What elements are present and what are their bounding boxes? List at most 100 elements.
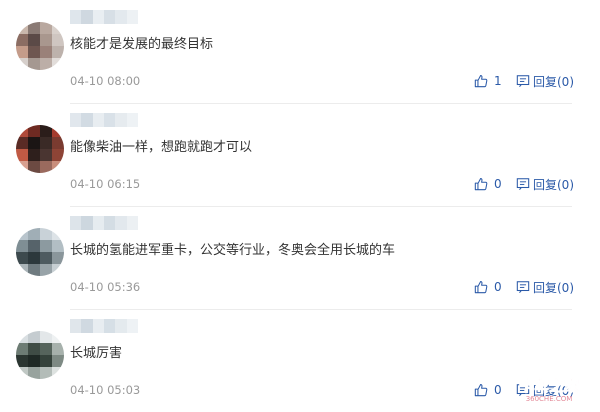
reply-button[interactable]: 回复(0) (516, 278, 574, 296)
username-mosaic-cell (81, 10, 93, 24)
mosaic-cell (52, 264, 64, 276)
mosaic-cell (40, 343, 52, 355)
comment-timestamp: 04-10 05:36 (70, 280, 141, 294)
username-mosaic-cell (92, 113, 104, 127)
username-mosaic-cell (126, 10, 138, 24)
mosaic-cell (16, 46, 28, 58)
mosaic-cell (16, 228, 28, 240)
username-blurred[interactable] (70, 216, 138, 230)
mosaic-cell (52, 137, 64, 149)
mosaic-cell (52, 343, 64, 355)
thumbs-up-icon (474, 383, 488, 397)
username-mosaic-cell (115, 113, 127, 127)
mosaic-cell (28, 264, 40, 276)
avatar[interactable] (16, 331, 64, 379)
site-watermark-logo: 卡车之家 360CHE.COM (502, 375, 596, 403)
mosaic-cell (16, 264, 28, 276)
mosaic-cell (28, 46, 40, 58)
like-count: 0 (494, 280, 502, 294)
like-button[interactable]: 0 (474, 278, 502, 296)
mosaic-cell (40, 22, 52, 34)
reply-label: 回复(0) (533, 177, 574, 192)
avatar[interactable] (16, 228, 64, 276)
thumbs-up-icon (474, 177, 488, 191)
mosaic-cell (40, 34, 52, 46)
mosaic-cell (16, 367, 28, 379)
mosaic-cell (16, 137, 28, 149)
like-button[interactable]: 0 (474, 381, 502, 399)
like-button[interactable]: 1 (474, 72, 502, 90)
comment-timestamp: 04-10 05:03 (70, 383, 141, 397)
reply-button[interactable]: 回复(0) (516, 72, 574, 90)
avatar[interactable] (16, 22, 64, 70)
mosaic-cell (40, 264, 52, 276)
mosaic-cell (28, 58, 40, 70)
mosaic-cell (16, 34, 28, 46)
reply-label: 回复(0) (533, 74, 574, 89)
username-mosaic-cell (126, 319, 138, 333)
mosaic-cell (16, 240, 28, 252)
mosaic-cell (28, 161, 40, 173)
mosaic-cell (16, 252, 28, 264)
mosaic-cell (40, 46, 52, 58)
mosaic-cell (52, 252, 64, 264)
username-mosaic-cell (70, 216, 82, 230)
mosaic-cell (28, 355, 40, 367)
username-mosaic-cell (70, 319, 82, 333)
username-mosaic-cell (81, 113, 93, 127)
comment-item: 长城的氢能进军重卡，公交等行业，冬奥会全用长城的车 04-10 05:36 0 … (0, 206, 600, 310)
mosaic-cell (52, 367, 64, 379)
username-mosaic-cell (103, 113, 116, 127)
mosaic-cell (16, 343, 28, 355)
comment-text: 长城厉害 (70, 346, 123, 361)
mosaic-cell (16, 355, 28, 367)
mosaic-cell (52, 34, 64, 46)
username-mosaic-cell (70, 113, 82, 127)
username-blurred[interactable] (70, 113, 138, 127)
mosaic-cell (40, 137, 52, 149)
mosaic-cell (28, 34, 40, 46)
mosaic-cell (52, 149, 64, 161)
comment-timestamp: 04-10 06:15 (70, 177, 141, 191)
mosaic-cell (52, 46, 64, 58)
mosaic-cell (40, 149, 52, 161)
mosaic-cell (28, 149, 40, 161)
comment-item: 能像柴油一样，想跑就跑才可以 04-10 06:15 0 回复(0) (0, 103, 600, 207)
mosaic-cell (52, 240, 64, 252)
username-mosaic-cell (115, 216, 127, 230)
reply-button[interactable]: 回复(0) (516, 175, 574, 193)
mosaic-cell (52, 331, 64, 343)
mosaic-cell (16, 331, 28, 343)
like-button[interactable]: 0 (474, 175, 502, 193)
username-blurred[interactable] (70, 319, 138, 333)
reply-comment-icon (516, 74, 530, 88)
svg-text:卡车之家: 卡车之家 (519, 377, 579, 395)
mosaic-cell (52, 355, 64, 367)
mosaic-cell (40, 355, 52, 367)
mosaic-cell (28, 228, 40, 240)
username-mosaic-cell (103, 10, 116, 24)
mosaic-cell (28, 240, 40, 252)
mosaic-cell (16, 125, 28, 137)
username-mosaic-cell (115, 319, 127, 333)
mosaic-cell (28, 22, 40, 34)
username-blurred[interactable] (70, 10, 138, 24)
mosaic-cell (16, 22, 28, 34)
comment-text: 核能才是发展的最终目标 (70, 37, 214, 52)
mosaic-cell (40, 331, 52, 343)
mosaic-cell (28, 125, 40, 137)
mosaic-cell (40, 240, 52, 252)
comment-text: 长城的氢能进军重卡，公交等行业，冬奥会全用长城的车 (70, 243, 396, 258)
mosaic-cell (40, 161, 52, 173)
reply-comment-icon (516, 280, 530, 294)
mosaic-cell (40, 228, 52, 240)
username-mosaic-cell (103, 216, 116, 230)
avatar-mosaic (16, 228, 64, 276)
reply-comment-icon (516, 177, 530, 191)
like-count: 0 (494, 177, 502, 191)
mosaic-cell (52, 228, 64, 240)
avatar[interactable] (16, 125, 64, 173)
username-mosaic-cell (126, 216, 138, 230)
like-count: 0 (494, 383, 502, 397)
mosaic-cell (52, 58, 64, 70)
